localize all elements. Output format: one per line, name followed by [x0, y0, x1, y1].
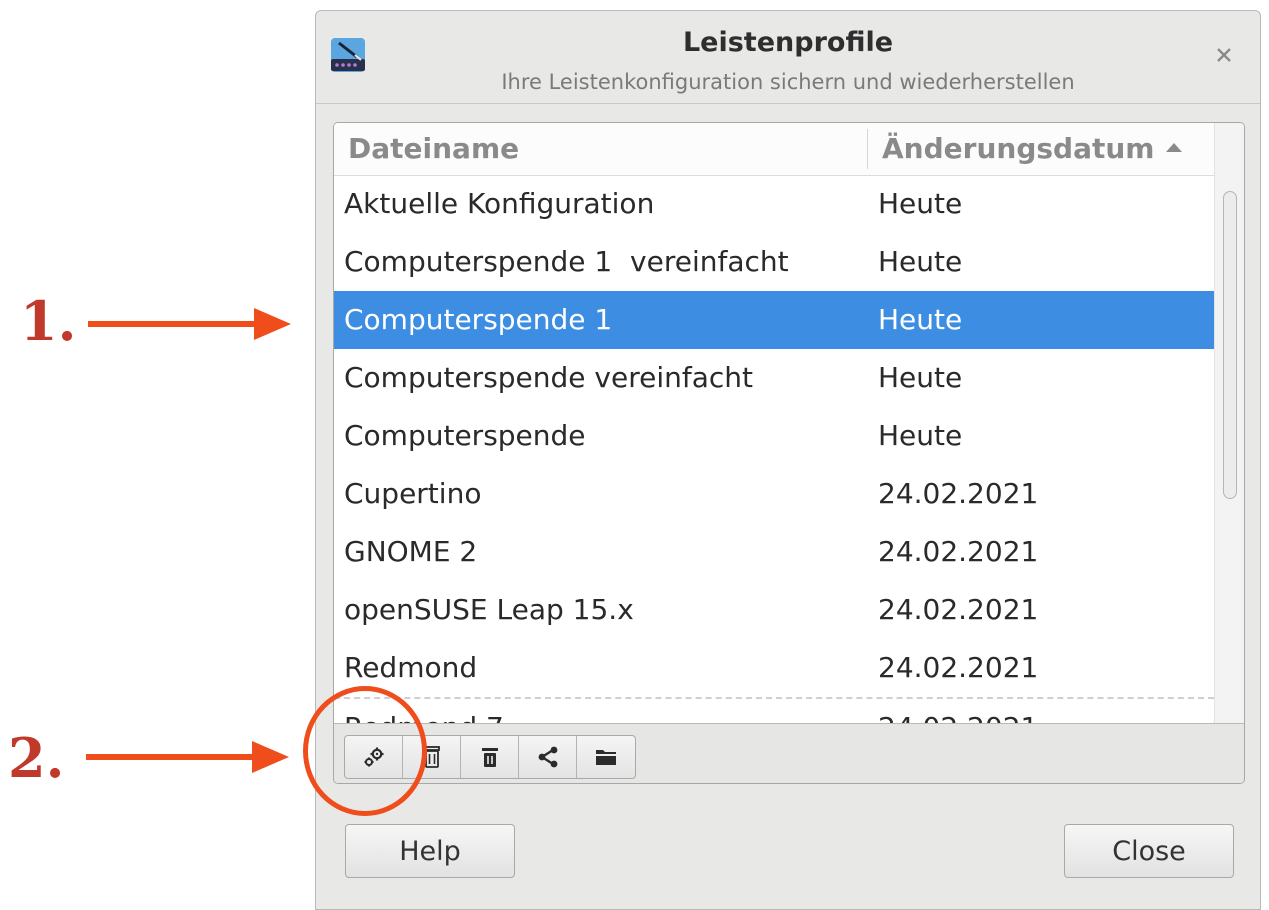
annotation-number-2: 2.	[8, 726, 65, 790]
table-row-selected[interactable]: Computerspende 1 Heute	[334, 291, 1214, 349]
row-filename: Computerspende	[344, 419, 586, 452]
export-profile-button[interactable]	[519, 736, 577, 778]
table-row[interactable]: Redmond 24.02.2021	[334, 639, 1214, 697]
profiles-list: Dateiname Änderungsdatum Aktuelle Konfig…	[333, 122, 1245, 784]
titlebar: Leistenprofile Ihre Leistenkonfiguration…	[316, 11, 1260, 104]
help-button[interactable]: Help	[345, 824, 515, 878]
row-date: Heute	[878, 303, 963, 336]
sort-ascending-icon	[1166, 142, 1183, 152]
annotation-arrow-1	[88, 308, 291, 340]
row-date: Heute	[878, 361, 963, 394]
column-header-modified-label: Änderungsdatum	[882, 132, 1155, 165]
dialog-title: Leistenprofile	[682, 27, 894, 58]
row-filename: Computerspende 1	[344, 303, 613, 336]
row-date: 24.02.2021	[878, 477, 1039, 510]
row-filename: Cupertino	[344, 477, 482, 510]
annotation-arrow-2	[86, 741, 289, 773]
row-date: Heute	[878, 245, 963, 278]
row-filename: Redmond	[344, 651, 478, 684]
table-row[interactable]: Cupertino 24.02.2021	[334, 465, 1214, 523]
row-filename: Computerspende vereinfacht	[344, 361, 754, 394]
table-row[interactable]: Computerspende vereinfacht Heute	[334, 349, 1214, 407]
row-filename: GNOME 2	[344, 535, 478, 568]
share-icon	[538, 746, 557, 768]
table-row[interactable]: Computerspende 1 vereinfacht Heute	[334, 233, 1214, 291]
column-header-filename[interactable]: Dateiname	[348, 123, 519, 175]
close-icon[interactable]	[1214, 45, 1234, 65]
row-date: 24.02.2021	[878, 699, 1038, 723]
delete-profile-button[interactable]	[461, 736, 519, 778]
row-date: 24.02.2021	[878, 593, 1039, 626]
row-date: 24.02.2021	[878, 535, 1039, 568]
row-date: Heute	[878, 187, 963, 220]
table-row[interactable]: Aktuelle Konfiguration Heute	[334, 175, 1214, 233]
panel-profiles-dialog: Leistenprofile Ihre Leistenkonfiguration…	[315, 10, 1261, 910]
apply-gears-icon	[364, 747, 383, 767]
table-body: Aktuelle Konfiguration Heute Computerspe…	[334, 175, 1214, 723]
table-row[interactable]: GNOME 2 24.02.2021	[334, 523, 1214, 581]
row-date: Heute	[878, 419, 963, 452]
toolbar-button-group	[344, 735, 636, 779]
row-date: 24.02.2021	[878, 651, 1039, 684]
profile-toolbar	[334, 723, 1244, 783]
dialog-subtitle: Ihre Leistenkonfiguration sichern und wi…	[501, 70, 1075, 94]
vertical-scrollbar[interactable]	[1214, 123, 1244, 723]
row-filename: openSUSE Leap 15.x	[344, 593, 634, 626]
close-button[interactable]: Close	[1064, 824, 1234, 878]
column-divider	[867, 129, 868, 169]
table-row[interactable]: openSUSE Leap 15.x 24.02.2021	[334, 581, 1214, 639]
apply-profile-button[interactable]	[345, 736, 403, 778]
annotation-number-1: 1.	[20, 289, 77, 353]
folder-icon	[596, 750, 616, 765]
trash-icon	[481, 748, 498, 767]
column-header-modified[interactable]: Änderungsdatum	[882, 123, 1183, 175]
row-filename: Redmond 7	[344, 699, 504, 723]
table-row[interactable]: Redmond 7 24.02.2021	[334, 697, 1214, 723]
row-filename: Aktuelle Konfiguration	[344, 187, 655, 220]
table-header: Dateiname Änderungsdatum	[334, 123, 1214, 176]
delete-outline-icon	[423, 746, 440, 768]
row-filename: Computerspende 1 vereinfacht	[344, 245, 789, 278]
scrollbar-thumb[interactable]	[1223, 191, 1237, 499]
open-folder-button[interactable]	[577, 736, 635, 778]
remove-profile-button[interactable]	[403, 736, 461, 778]
table-row[interactable]: Computerspende Heute	[334, 407, 1214, 465]
